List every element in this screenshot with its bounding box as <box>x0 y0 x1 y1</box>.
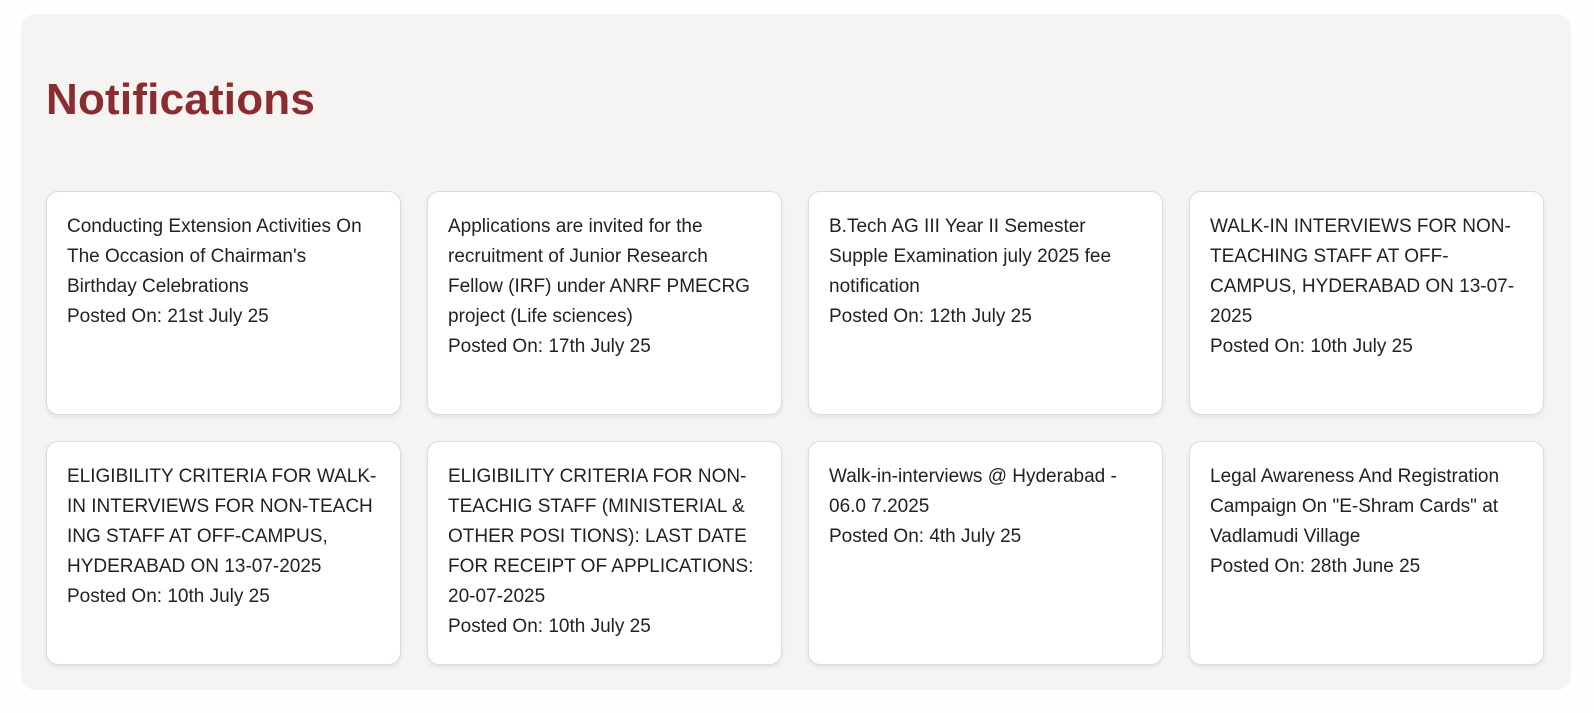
notification-posted-date: Posted On: 4th July 25 <box>829 526 1022 547</box>
notification-posted-date: Posted On: 17th July 25 <box>448 336 651 357</box>
notification-card[interactable]: Conducting Extension Activities On The O… <box>46 191 401 415</box>
notification-card[interactable]: ELIGIBILITY CRITERIA FOR WALK-IN INTERVI… <box>46 441 401 665</box>
notification-title: WALK-IN INTERVIEWS FOR NON-TEACHING STAF… <box>1210 216 1515 327</box>
notification-posted-date: Posted On: 10th July 25 <box>1210 336 1413 357</box>
notification-title: Conducting Extension Activities On The O… <box>67 216 362 297</box>
notification-card[interactable]: B.Tech AG III Year II Semester Supple Ex… <box>808 191 1163 415</box>
notification-posted-date: Posted On: 21st July 25 <box>67 306 269 327</box>
notifications-grid: Conducting Extension Activities On The O… <box>46 191 1546 665</box>
notification-title: Applications are invited for the recruit… <box>448 216 750 327</box>
notification-card[interactable]: Legal Awareness And Registration Campaig… <box>1189 441 1544 665</box>
notification-posted-date: Posted On: 10th July 25 <box>448 616 651 637</box>
notification-posted-date: Posted On: 10th July 25 <box>67 586 270 607</box>
notification-title: ELIGIBILITY CRITERIA FOR NON-TEACHIG STA… <box>448 466 754 607</box>
notification-title: Walk-in-interviews @ Hyderabad - 06.0 7.… <box>829 466 1117 517</box>
notification-posted-date: Posted On: 12th July 25 <box>829 306 1032 327</box>
notification-card[interactable]: Walk-in-interviews @ Hyderabad - 06.0 7.… <box>808 441 1163 665</box>
section-title: Notifications <box>46 75 316 124</box>
notification-title: B.Tech AG III Year II Semester Supple Ex… <box>829 216 1112 297</box>
notification-card[interactable]: ELIGIBILITY CRITERIA FOR NON-TEACHIG STA… <box>427 441 782 665</box>
notifications-section: Notifications Conducting Extension Activ… <box>21 14 1571 690</box>
notification-title: ELIGIBILITY CRITERIA FOR WALK-IN INTERVI… <box>67 466 377 577</box>
notification-title: Legal Awareness And Registration Campaig… <box>1210 466 1500 547</box>
notification-card[interactable]: WALK-IN INTERVIEWS FOR NON-TEACHING STAF… <box>1189 191 1544 415</box>
notification-posted-date: Posted On: 28th June 25 <box>1210 556 1421 577</box>
notification-card[interactable]: Applications are invited for the recruit… <box>427 191 782 415</box>
